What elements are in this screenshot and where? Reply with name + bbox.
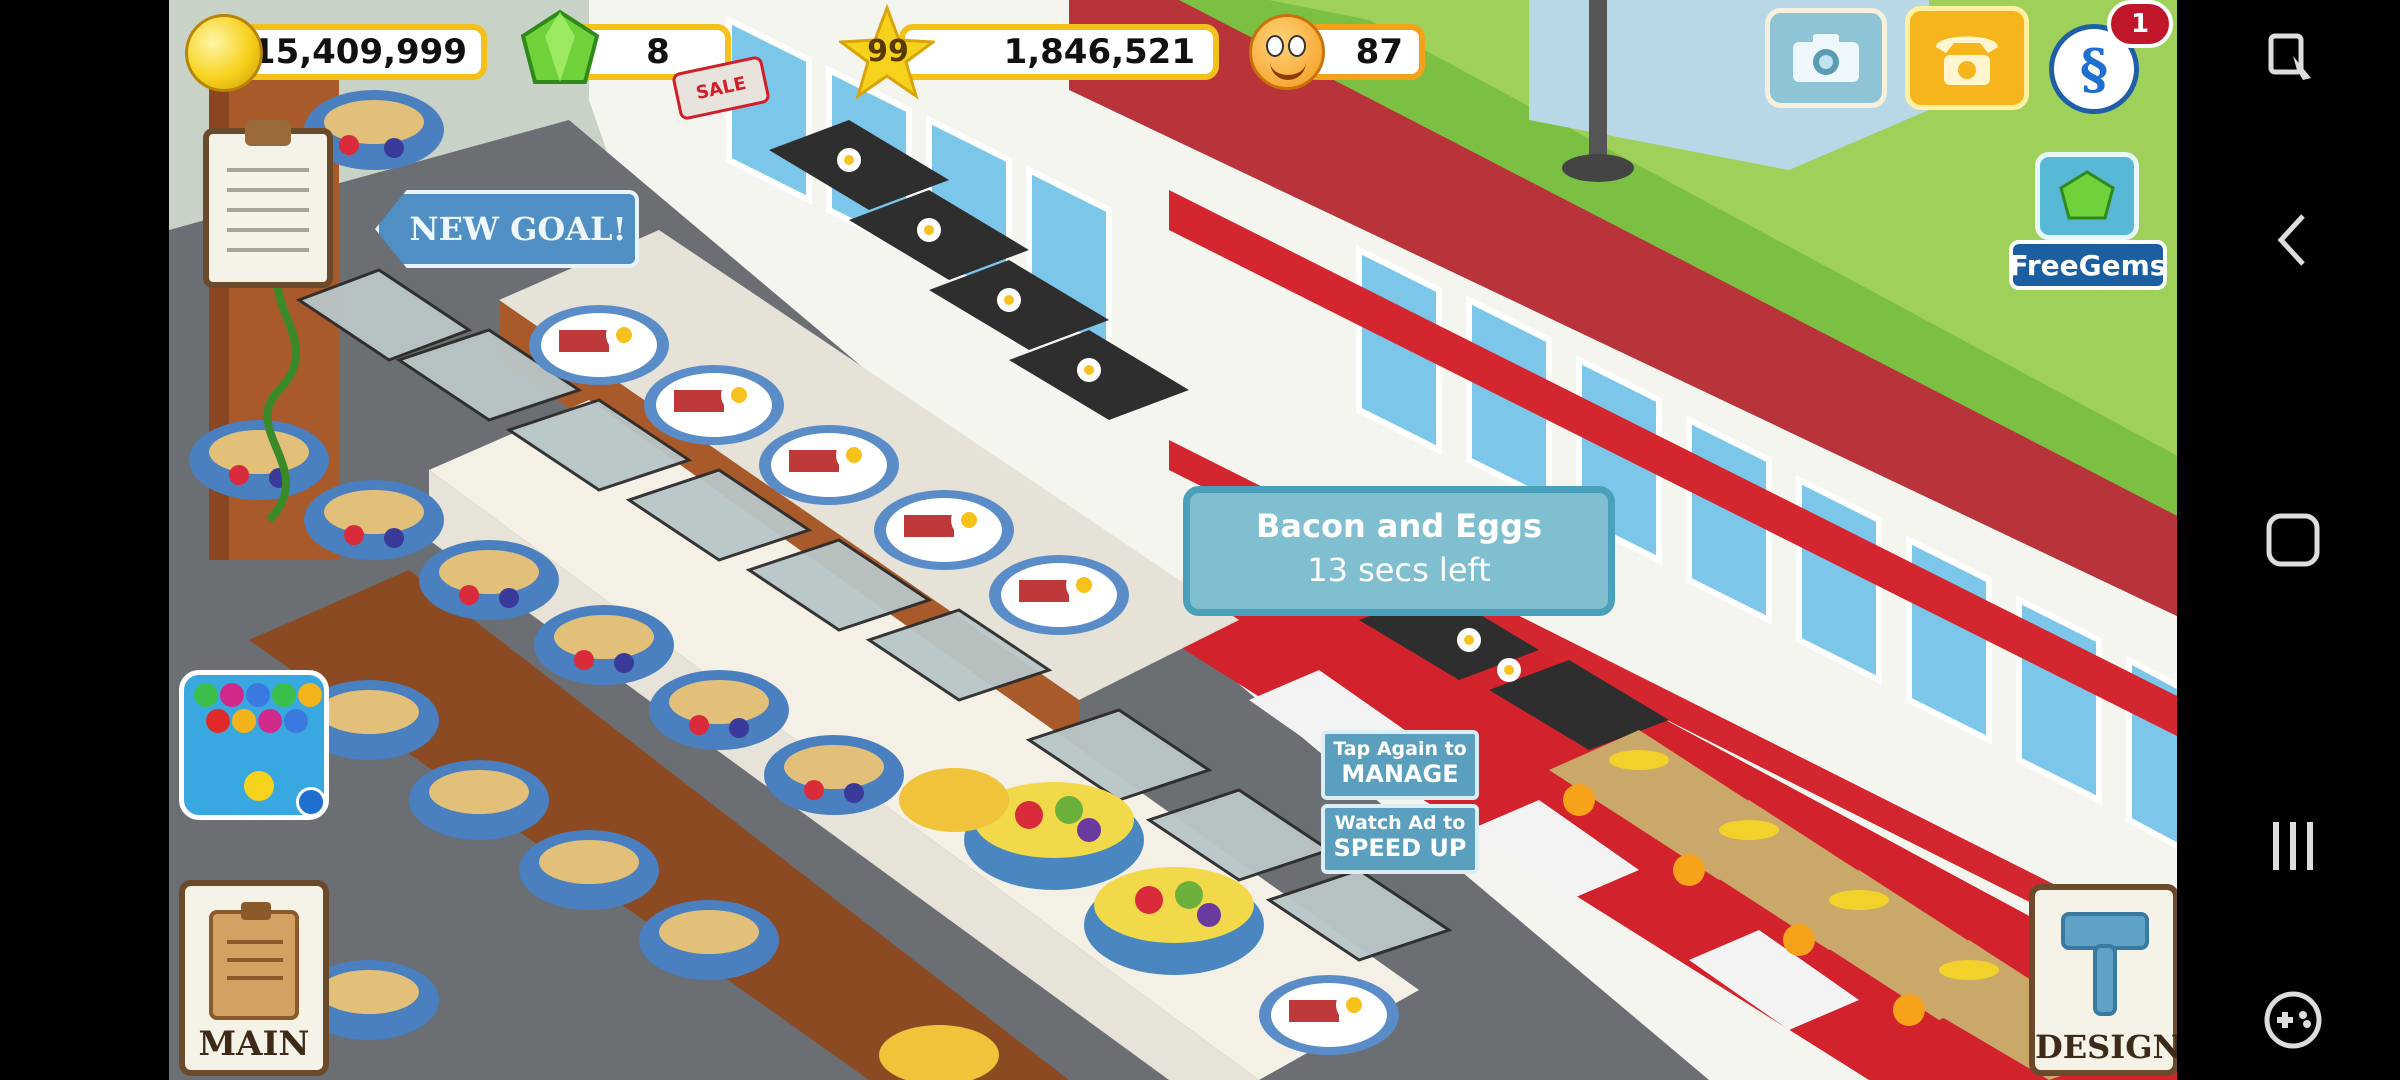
clipboard-icon [245,120,291,146]
gem-count: 8 [646,32,670,72]
smiley-icon [1249,14,1325,90]
tooltip-dish-name: Bacon and Eggs [1256,507,1542,545]
coin-count: 15,409,999 [251,32,467,72]
edit-pointer-icon [2268,33,2311,80]
phone-icon [1936,36,1998,85]
level-number: 99 [867,34,909,69]
gamepad-icon [2264,991,2322,1049]
speed-up-button[interactable]: Watch Ad to SPEED UP [1321,804,1479,874]
xp-count: 1,846,521 [1003,32,1195,72]
game-tools-button[interactable] [2263,990,2323,1050]
design-button-label: DESIGN [2035,1028,2182,1066]
hammer-icon [2061,912,2149,1016]
camera-icon [1793,34,1859,82]
main-button-label: MAIN [198,1024,310,1064]
main-menu-button[interactable]: MAIN [179,880,329,1076]
free-gems-button[interactable]: FreeGems [2009,136,2167,298]
home-button[interactable] [2263,510,2323,570]
social-s-icon: § [2079,37,2109,101]
tv-gem-icon [2035,152,2139,240]
coin-counter[interactable]: 15,409,999 [185,14,487,92]
back-chevron-icon [2277,214,2305,266]
clipboard-main-icon [209,902,299,1020]
goals-clipboard-button[interactable] [203,120,333,288]
screenshot-edit-button[interactable] [2263,30,2323,90]
design-mode-button[interactable]: DESIGN [2029,884,2182,1076]
manage-button[interactable]: Tap Again to MANAGE [1321,730,1479,800]
happiness-count: 87 [1355,32,1403,72]
coin-icon [185,14,263,92]
gem-counter[interactable]: 8 SALE [515,9,815,122]
new-goal-banner[interactable]: NEW GOAL! [375,190,639,268]
xp-counter[interactable]: 1,846,521 99 [839,4,1229,100]
phone-button[interactable] [1905,6,2029,110]
happiness-counter[interactable]: 87 [1249,14,1427,90]
cooking-status-tooltip: Bacon and Eggs 13 secs left [1183,486,1615,616]
free-gems-label: FreeGems [2009,248,2167,282]
home-square-icon [2266,513,2320,567]
restaurant-scene[interactable] [169,0,2185,1080]
back-button[interactable] [2263,210,2323,270]
notification-badge: 1 [2107,0,2173,48]
game-viewport[interactable]: 15,409,999 8 SALE 1,846,521 99 87 § 1 Fr… [169,0,2185,1080]
system-navigation-bar [2177,0,2400,1080]
tooltip-time-left: 13 secs left [1307,551,1491,589]
bubble-game-promo-button[interactable] [179,670,329,820]
gem-icon [520,9,600,84]
recents-icon [2273,822,2313,870]
camera-button[interactable] [1765,8,1887,108]
bubble-game-icon [184,675,324,815]
recents-button[interactable] [2263,816,2323,876]
